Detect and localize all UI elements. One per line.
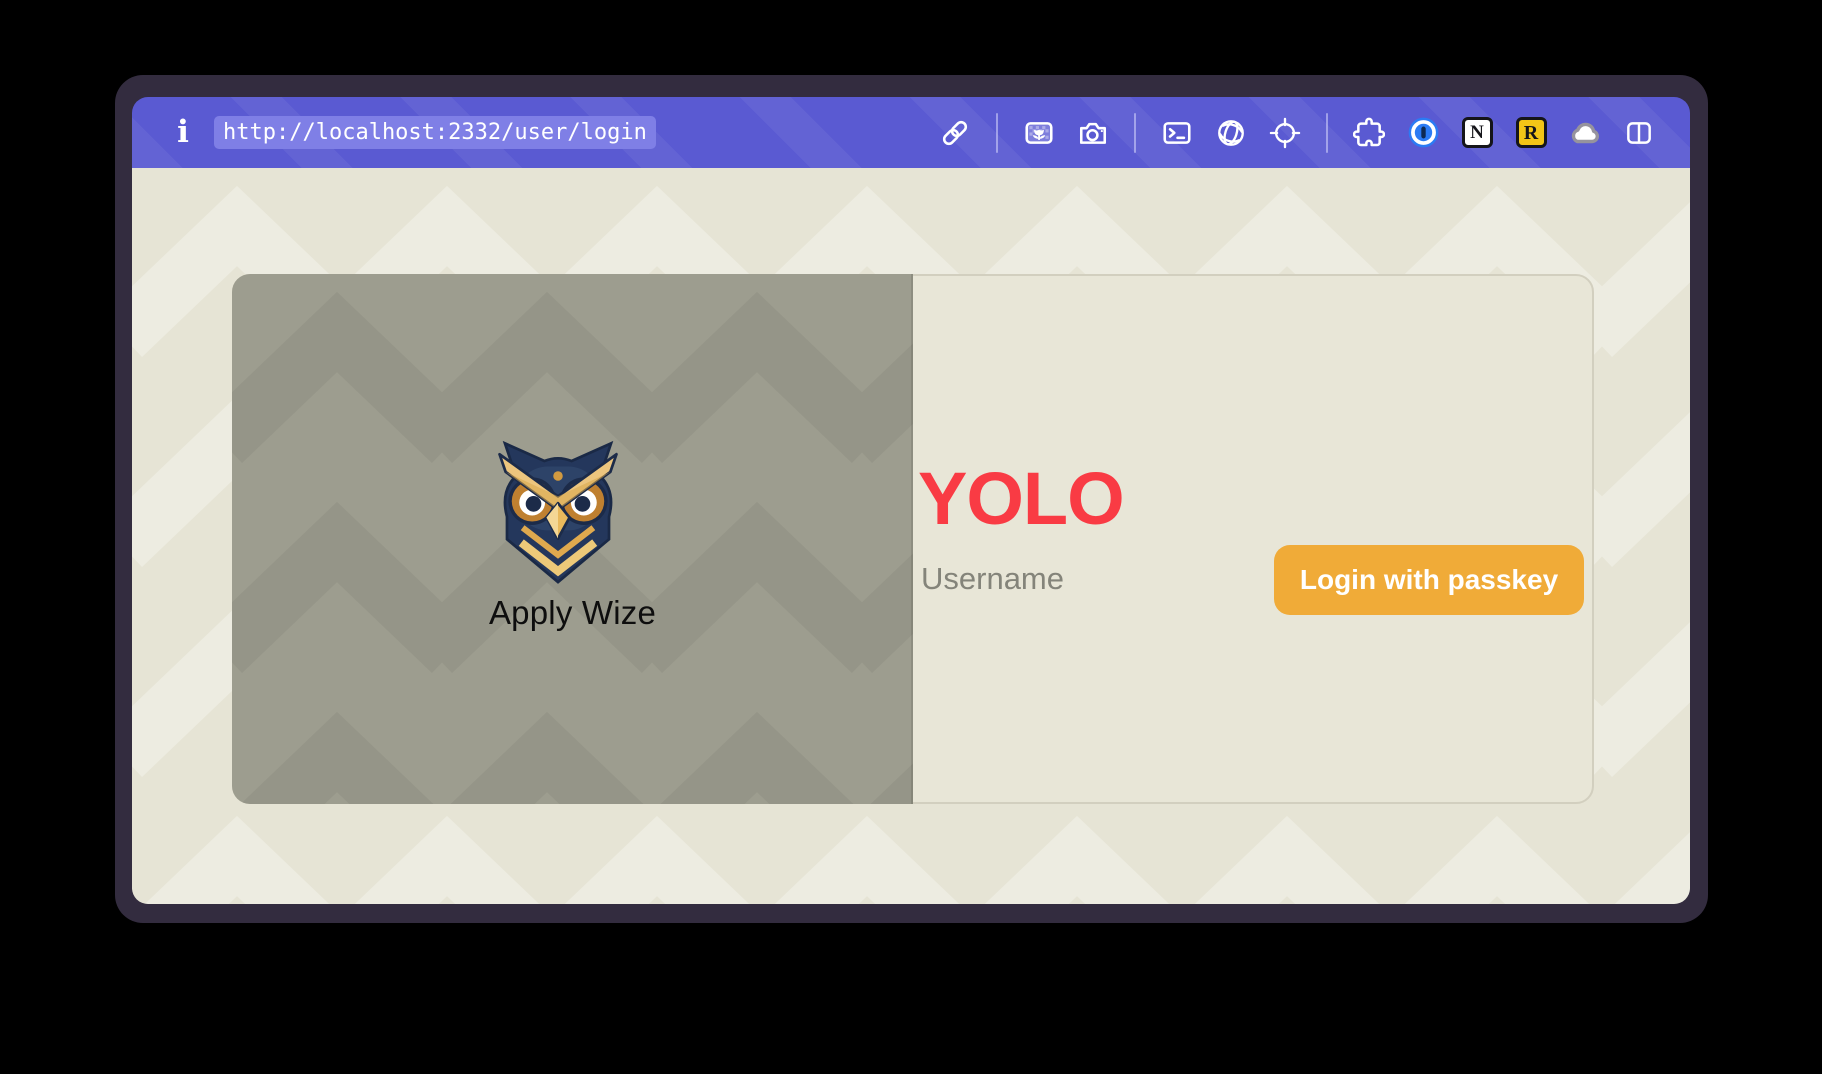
browser-window: i http://localhost:2332/user/login [115,75,1708,923]
info-icon: i [170,117,196,148]
split-view-icon[interactable] [1622,116,1656,150]
crosshair-icon[interactable] [1268,116,1302,150]
login-heading: YOLO [918,462,1124,536]
image-icon[interactable] [1022,116,1056,150]
notion-letter: N [1462,117,1493,148]
r-letter: R [1516,117,1547,148]
browser-header: i http://localhost:2332/user/login [132,97,1690,168]
toolbar-divider [996,113,998,153]
owl-logo [490,434,626,586]
window-content: i http://localhost:2332/user/login [132,97,1690,904]
toolbar-divider [1326,113,1328,153]
brand-name: Apply Wize [232,594,913,632]
browser-toolbar: N R [938,113,1656,153]
toolbar-divider [1134,113,1136,153]
cloud-icon[interactable] [1568,116,1602,150]
globe-icon[interactable] [1214,116,1248,150]
notion-icon[interactable]: N [1460,116,1494,150]
username-label: Username [921,562,1064,596]
camera-icon[interactable] [1076,116,1110,150]
terminal-icon[interactable] [1160,116,1194,150]
extensions-puzzle-icon[interactable] [1352,116,1386,150]
login-with-passkey-button[interactable]: Login with passkey [1274,545,1584,615]
login-page: Apply Wize YOLO Username Login with pass… [132,168,1690,904]
login-card: Apply Wize YOLO Username Login with pass… [232,274,1594,804]
address-bar[interactable]: http://localhost:2332/user/login [214,116,656,149]
brand-image-panel: Apply Wize [232,274,913,804]
onepassword-icon[interactable] [1406,116,1440,150]
r-badge-icon[interactable]: R [1514,116,1548,150]
link-icon[interactable] [938,116,972,150]
